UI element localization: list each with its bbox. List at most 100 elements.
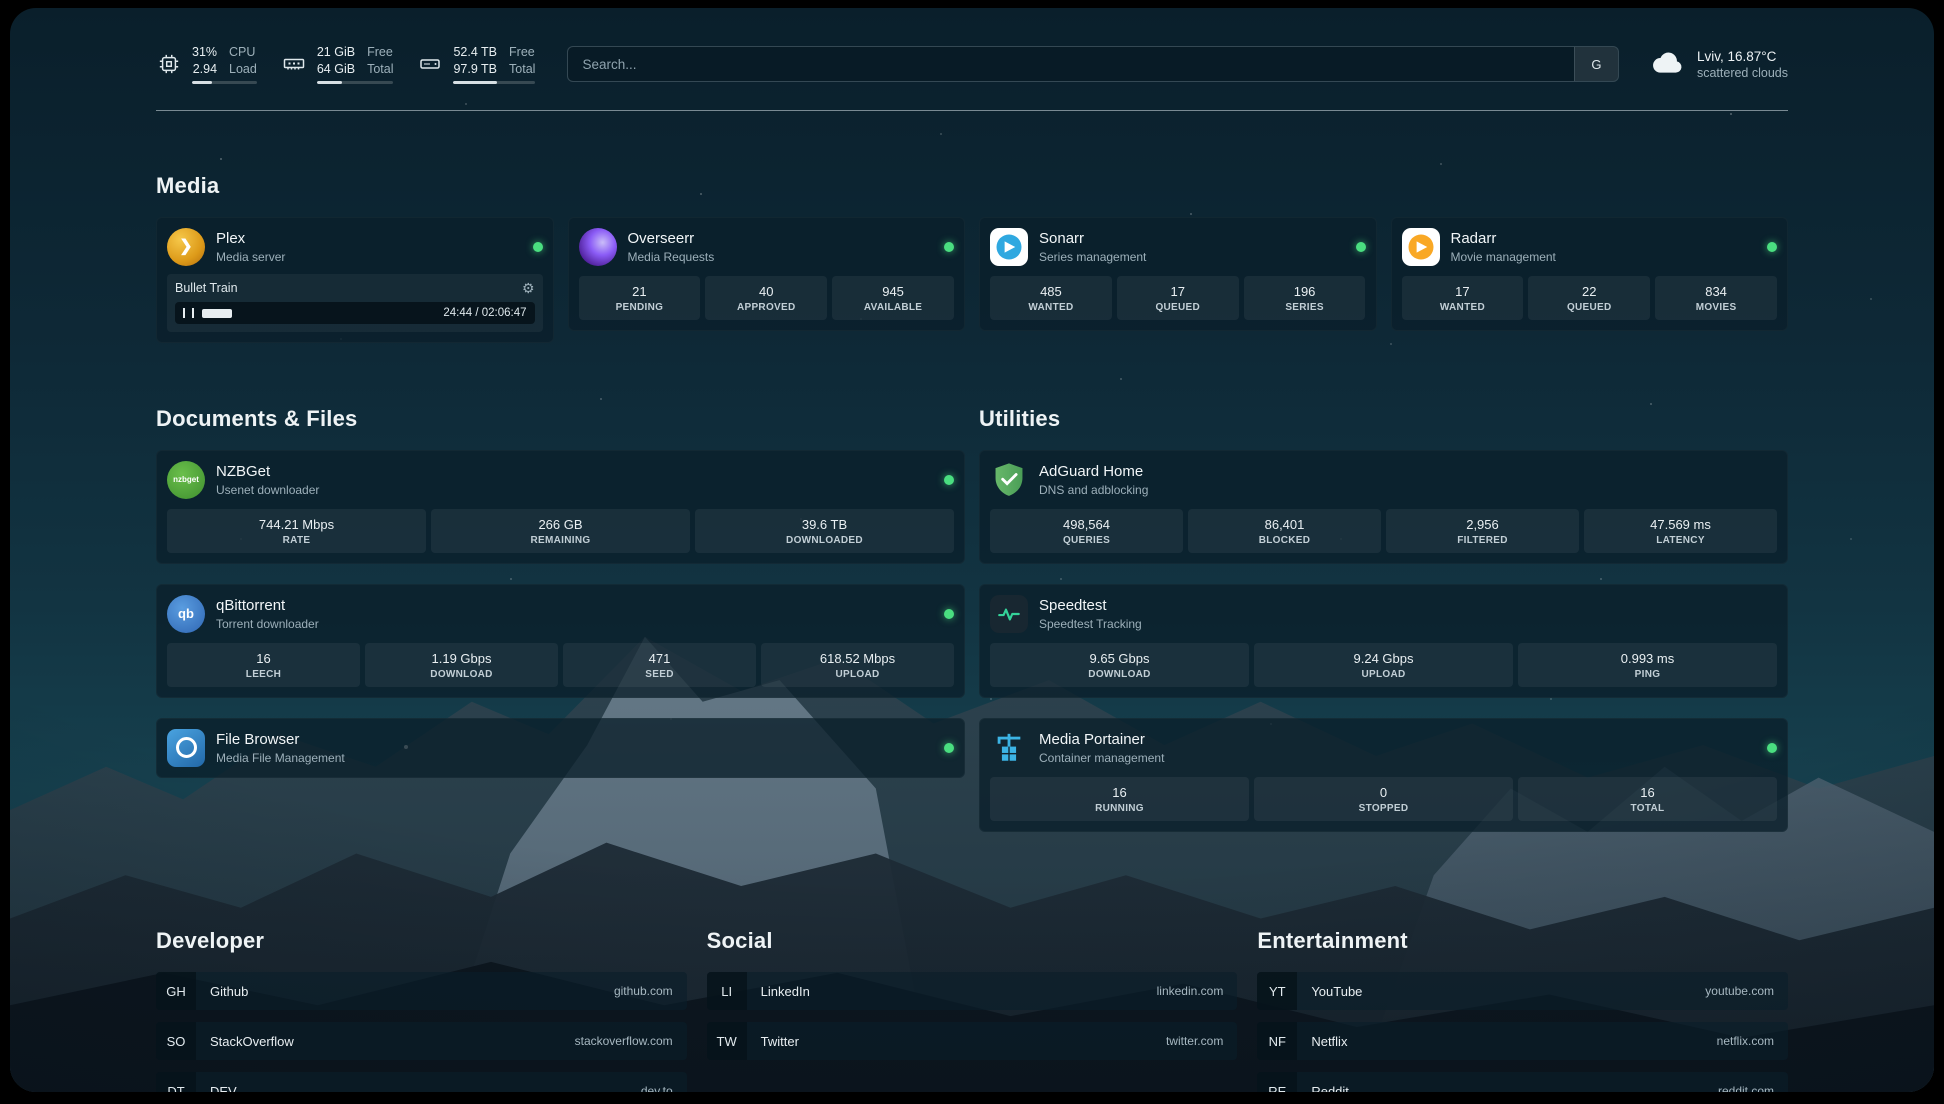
bookmark-stackoverflow[interactable]: SO StackOverflow stackoverflow.com — [156, 1022, 687, 1060]
playback-bar: 24:44 / 02:06:47 — [175, 302, 535, 324]
search-provider-button[interactable]: G — [1574, 47, 1618, 81]
bookmarks-area: Developer GH Github github.com SO StackO… — [156, 910, 1788, 1092]
bookmark-reddit[interactable]: RE Reddit reddit.com — [1257, 1072, 1788, 1092]
bookmark-abbr: NF — [1257, 1022, 1297, 1060]
cpu-label: CPU — [229, 44, 257, 60]
service-card-overseerr[interactable]: Overseerr Media Requests 21 PENDING 40 A… — [568, 217, 966, 331]
ram-icon — [281, 52, 307, 76]
bookmark-name: StackOverflow — [196, 1034, 561, 1049]
pause-icon[interactable] — [183, 308, 194, 318]
stat-download: 9.65 Gbps DOWNLOAD — [990, 643, 1249, 687]
disk-free-label: Free — [509, 44, 535, 60]
disk-progress-track — [453, 81, 535, 84]
bookmark-abbr: LI — [707, 972, 747, 1010]
status-dot — [944, 475, 954, 485]
stat-wanted: 17 WANTED — [1402, 276, 1524, 320]
bookmark-dev[interactable]: DT DEV dev.to — [156, 1072, 687, 1092]
stat-remaining: 266 GB REMAINING — [431, 509, 690, 553]
stat-leech: 16 LEECH — [167, 643, 360, 687]
stat-downloaded: 39.6 TB DOWNLOADED — [695, 509, 954, 553]
service-card-filebrowser[interactable]: File Browser Media File Management — [156, 718, 965, 778]
section-title-utilities: Utilities — [979, 406, 1788, 432]
section-title-developer: Developer — [156, 928, 687, 954]
service-subtitle: DNS and adblocking — [1039, 483, 1777, 497]
section-title-social: Social — [707, 928, 1238, 954]
disk-total-label: Total — [509, 61, 535, 77]
service-card-nzbget[interactable]: nzbget NZBGet Usenet downloader 744.21 M… — [156, 450, 965, 564]
section-utilities: Utilities — [979, 387, 1788, 832]
bookmark-abbr: RE — [1257, 1072, 1297, 1092]
stat-queries: 498,564 QUERIES — [990, 509, 1183, 553]
service-name: Overseerr — [628, 230, 934, 248]
weather-widget: Lviv, 16.87°C scattered clouds — [1651, 49, 1788, 80]
service-card-speedtest[interactable]: Speedtest Speedtest Tracking 9.65 Gbps D… — [979, 584, 1788, 698]
service-card-adguard[interactable]: AdGuard Home DNS and adblocking 498,564 … — [979, 450, 1788, 564]
weather-condition: scattered clouds — [1697, 66, 1788, 80]
search-input[interactable] — [568, 47, 1574, 81]
service-subtitle: Series management — [1039, 250, 1345, 264]
disk-free: 52.4 TB — [453, 44, 497, 60]
service-subtitle: Media File Management — [216, 751, 933, 765]
stat-available: 945 AVAILABLE — [832, 276, 954, 320]
snow-particles — [10, 8, 12, 10]
service-subtitle: Movie management — [1451, 250, 1757, 264]
sonarr-icon — [990, 228, 1028, 266]
playback-track[interactable] — [202, 309, 435, 318]
stat-queued: 17 QUEUED — [1117, 276, 1239, 320]
bookmark-abbr: YT — [1257, 972, 1297, 1010]
stat-movies: 834 MOVIES — [1655, 276, 1777, 320]
cpu-load-label: Load — [229, 61, 257, 77]
service-card-plex[interactable]: ❯ Plex Media server Bullet Train ⚙ — [156, 217, 554, 343]
status-dot — [944, 242, 954, 252]
service-subtitle: Media Requests — [628, 250, 934, 264]
nzbget-icon: nzbget — [167, 461, 205, 499]
service-card-qbittorrent[interactable]: qb qBittorrent Torrent downloader 16 LEE… — [156, 584, 965, 698]
two-column-area: Documents & Files nzbget NZBGet Usenet d… — [156, 387, 1788, 832]
service-card-portainer[interactable]: Media Portainer Container management 16 … — [979, 718, 1788, 832]
disk-total: 97.9 TB — [453, 61, 497, 77]
service-name: Sonarr — [1039, 230, 1345, 248]
stat-series: 196 SERIES — [1244, 276, 1366, 320]
section-media: Media ❯ Plex Media server Bullet Tr — [156, 173, 1788, 343]
stat-queued: 22 QUEUED — [1528, 276, 1650, 320]
stat-wanted: 485 WANTED — [990, 276, 1112, 320]
now-playing-title: Bullet Train — [175, 281, 238, 295]
speedtest-icon — [990, 595, 1028, 633]
ram-total: 64 GiB — [317, 61, 355, 77]
cpu-icon — [156, 53, 182, 75]
service-subtitle: Torrent downloader — [216, 617, 933, 631]
status-dot — [944, 609, 954, 619]
bookmark-youtube[interactable]: YT YouTube youtube.com — [1257, 972, 1788, 1010]
media-grid: ❯ Plex Media server Bullet Train ⚙ — [156, 217, 1788, 343]
cpu-widget: 31% CPU 2.94 Load — [156, 44, 257, 84]
bookmark-name: Netflix — [1297, 1034, 1702, 1049]
service-card-radarr[interactable]: Radarr Movie management 17 WANTED 22 QUE… — [1391, 217, 1789, 331]
stat-upload: 9.24 Gbps UPLOAD — [1254, 643, 1513, 687]
cpu-load: 2.94 — [192, 61, 217, 77]
bookmark-group-developer: Developer GH Github github.com SO StackO… — [156, 910, 687, 1092]
service-name: Plex — [216, 230, 522, 248]
settings-gear-icon[interactable]: ⚙ — [522, 281, 535, 295]
service-name: AdGuard Home — [1039, 463, 1777, 481]
radarr-icon — [1402, 228, 1440, 266]
bookmark-twitter[interactable]: TW Twitter twitter.com — [707, 1022, 1238, 1060]
bookmark-abbr: DT — [156, 1072, 196, 1092]
stat-running: 16 RUNNING — [990, 777, 1249, 821]
ram-free-label: Free — [367, 44, 393, 60]
bookmark-url: youtube.com — [1691, 984, 1788, 998]
service-name: qBittorrent — [216, 597, 933, 615]
status-dot — [944, 743, 954, 753]
bookmark-netflix[interactable]: NF Netflix netflix.com — [1257, 1022, 1788, 1060]
bookmark-url: github.com — [600, 984, 687, 998]
plex-icon: ❯ — [167, 228, 205, 266]
stat-pending: 21 PENDING — [579, 276, 701, 320]
service-card-sonarr[interactable]: Sonarr Series management 485 WANTED 17 Q… — [979, 217, 1377, 331]
bookmark-name: Twitter — [747, 1034, 1152, 1049]
stat-download: 1.19 Gbps DOWNLOAD — [365, 643, 558, 687]
service-name: Speedtest — [1039, 597, 1777, 615]
qbittorrent-icon: qb — [167, 595, 205, 633]
status-dot — [1767, 242, 1777, 252]
overseerr-icon — [579, 228, 617, 266]
bookmark-github[interactable]: GH Github github.com — [156, 972, 687, 1010]
bookmark-linkedin[interactable]: LI LinkedIn linkedin.com — [707, 972, 1238, 1010]
